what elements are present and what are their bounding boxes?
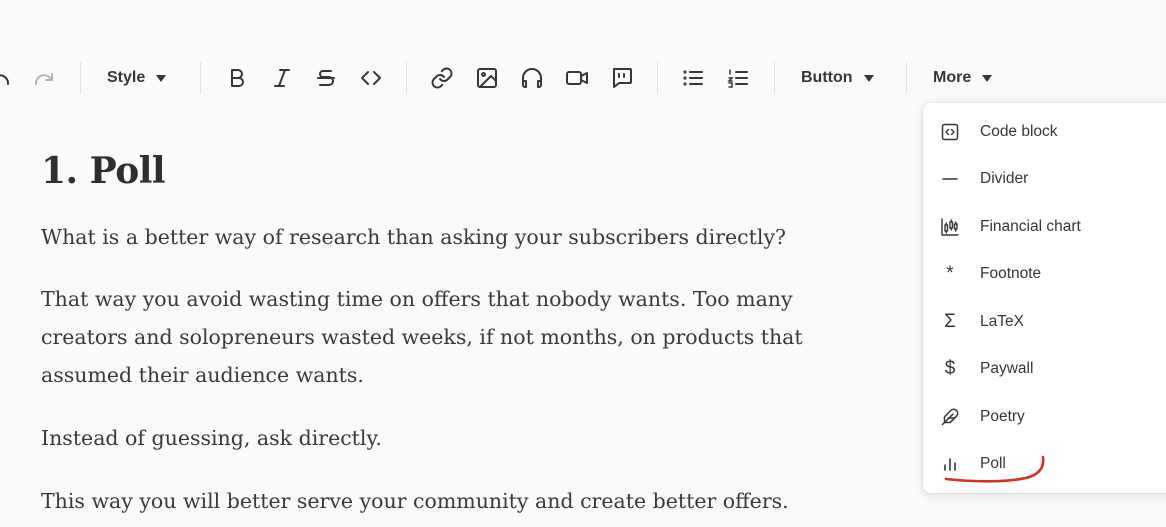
paywall-icon: $ bbox=[944, 358, 956, 379]
video-icon bbox=[565, 66, 589, 90]
menu-item-financial-chart[interactable]: Financial chart bbox=[923, 207, 1166, 247]
toolbar-divider bbox=[774, 62, 775, 94]
chevron-down-icon bbox=[982, 74, 993, 82]
annotation-underline bbox=[944, 455, 1045, 483]
code-block-icon bbox=[939, 121, 961, 143]
quote-icon bbox=[610, 66, 634, 90]
audio-icon bbox=[520, 66, 544, 90]
financial-chart-icon bbox=[939, 216, 961, 238]
paragraph: Instead of guessing, ask directly. bbox=[41, 426, 382, 450]
menu-item-footnote[interactable]: * Footnote bbox=[923, 254, 1166, 294]
menu-item-poetry[interactable]: Poetry bbox=[923, 397, 1166, 437]
bullet-list-button[interactable] bbox=[681, 66, 705, 90]
menu-item-paywall[interactable]: $ Paywall bbox=[923, 349, 1166, 389]
menu-item-code-block[interactable]: Code block bbox=[923, 112, 1166, 152]
toolbar-divider bbox=[406, 62, 407, 94]
divider-icon bbox=[939, 168, 961, 190]
poetry-icon bbox=[939, 406, 961, 428]
paragraph: assumed their audience wants. bbox=[41, 363, 364, 387]
paragraph: What is a better way of research than as… bbox=[41, 225, 787, 249]
latex-icon: Σ bbox=[944, 311, 956, 332]
chevron-down-icon bbox=[863, 74, 874, 82]
redo-button[interactable] bbox=[32, 66, 56, 90]
menu-item-divider[interactable]: Divider bbox=[923, 159, 1166, 199]
toolbar-divider bbox=[657, 62, 658, 94]
strikethrough-icon bbox=[314, 66, 338, 90]
redo-icon bbox=[32, 66, 56, 90]
more-menu: Code block Divider Financial chart * Foo… bbox=[923, 103, 1166, 493]
menu-item-label: Financial chart bbox=[980, 218, 1081, 235]
bold-icon bbox=[225, 66, 249, 90]
more-dropdown-label: More bbox=[933, 69, 972, 86]
menu-item-label: Divider bbox=[980, 170, 1029, 187]
paragraph: creators and solopreneurs wasted weeks, … bbox=[41, 325, 803, 349]
audio-button[interactable] bbox=[520, 66, 544, 90]
toolbar-divider bbox=[80, 62, 81, 94]
italic-button[interactable] bbox=[270, 66, 294, 90]
strikethrough-button[interactable] bbox=[314, 66, 338, 90]
numbered-list-icon bbox=[726, 66, 750, 90]
code-icon bbox=[359, 66, 383, 90]
quote-button[interactable] bbox=[610, 66, 634, 90]
undo-button[interactable] bbox=[0, 66, 12, 90]
link-button[interactable] bbox=[430, 66, 454, 90]
image-icon bbox=[475, 66, 499, 90]
paragraph: This way you will better serve your comm… bbox=[41, 489, 789, 513]
toolbar-divider bbox=[906, 62, 907, 94]
style-dropdown[interactable]: Style bbox=[107, 66, 167, 90]
toolbar-divider bbox=[200, 62, 201, 94]
paragraph: That way you avoid wasting time on offer… bbox=[41, 287, 793, 311]
menu-item-label: Poetry bbox=[980, 408, 1025, 425]
chevron-down-icon bbox=[156, 74, 167, 82]
heading: 1. Poll bbox=[41, 150, 166, 192]
bullet-list-icon bbox=[681, 66, 705, 90]
more-dropdown[interactable]: More bbox=[933, 66, 993, 90]
button-dropdown[interactable]: Button bbox=[801, 66, 874, 90]
menu-item-latex[interactable]: Σ LaTeX bbox=[923, 302, 1166, 342]
numbered-list-button[interactable] bbox=[726, 66, 750, 90]
italic-icon bbox=[270, 66, 294, 90]
code-button[interactable] bbox=[359, 66, 383, 90]
button-dropdown-label: Button bbox=[801, 69, 853, 86]
video-button[interactable] bbox=[565, 66, 589, 90]
menu-item-label: Footnote bbox=[980, 265, 1042, 282]
link-icon bbox=[430, 66, 454, 90]
menu-item-label: LaTeX bbox=[980, 313, 1024, 330]
image-button[interactable] bbox=[475, 66, 499, 90]
footnote-icon: * bbox=[946, 263, 954, 284]
menu-item-label: Code block bbox=[980, 123, 1058, 140]
bold-button[interactable] bbox=[225, 66, 249, 90]
style-dropdown-label: Style bbox=[107, 69, 146, 86]
menu-item-label: Paywall bbox=[980, 360, 1034, 377]
undo-icon bbox=[0, 66, 12, 90]
